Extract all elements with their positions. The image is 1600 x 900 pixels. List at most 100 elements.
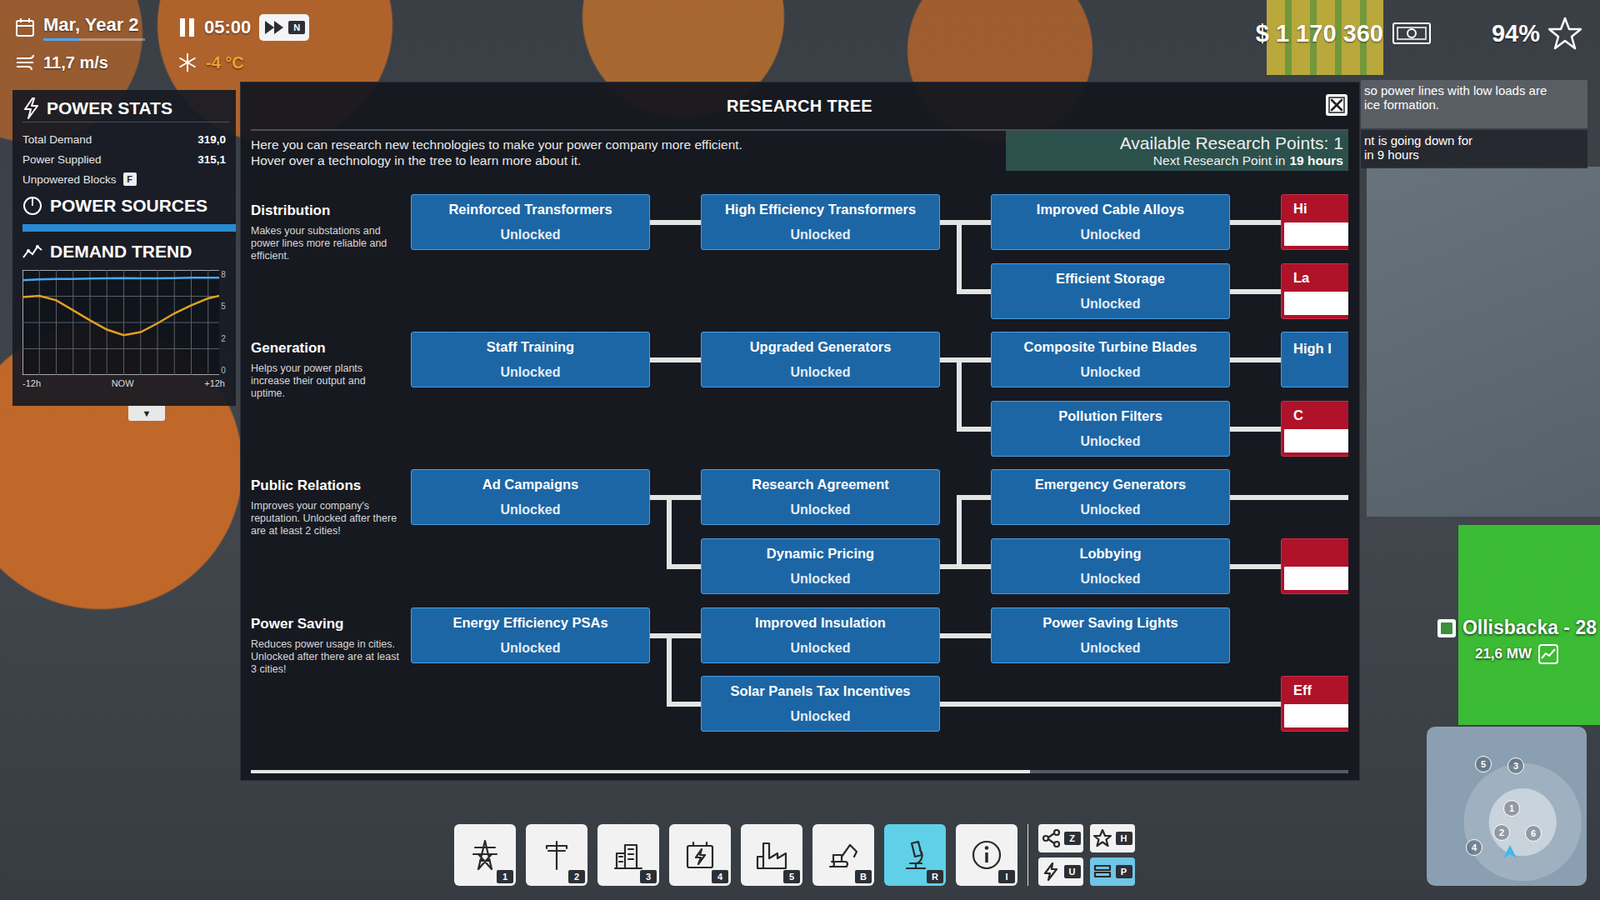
research-node[interactable]: Improved InsulationUnlocked (700, 607, 940, 664)
research-node[interactable]: C (1280, 400, 1349, 457)
stat-value: 319,0 (197, 133, 226, 146)
shortcut-button[interactable]: Z (1038, 824, 1084, 853)
research-node[interactable]: Reinforced TransformersUnlocked (410, 194, 650, 250)
research-node[interactable]: Dynamic PricingUnlocked (700, 538, 940, 595)
research-node[interactable]: Solar Panels Tax IncentivesUnlocked (700, 675, 940, 732)
shortcut-button[interactable]: P (1090, 857, 1135, 886)
lightning-icon (1041, 862, 1060, 881)
tree-connector (1230, 564, 1281, 570)
fast-forward-button[interactable]: N (259, 14, 310, 41)
scrollbar-thumb[interactable] (250, 770, 1030, 774)
tool-button[interactable]: 2 (525, 824, 588, 886)
research-node[interactable]: High I (1280, 331, 1349, 388)
research-node[interactable]: Staff TrainingUnlocked (410, 331, 650, 388)
research-node[interactable]: La (1280, 263, 1349, 320)
node-title: Improved Insulation (755, 615, 886, 631)
category-description: Improves your company's reputation. Unlo… (250, 500, 401, 538)
tree-connector (666, 633, 672, 707)
research-button[interactable] (1284, 429, 1349, 453)
research-button[interactable] (1284, 566, 1349, 590)
node-title: Eff (1284, 682, 1349, 699)
battery-icon (683, 838, 717, 872)
y-tick: 0 (220, 365, 230, 375)
research-node[interactable]: Emergency GeneratorsUnlocked (990, 469, 1230, 525)
research-button[interactable] (1284, 291, 1349, 315)
node-title: Reinforced Transformers (448, 201, 612, 218)
horizontal-scrollbar[interactable] (250, 770, 1349, 774)
node-title: Upgraded Generators (750, 339, 892, 355)
grid-line (22, 322, 220, 324)
notification[interactable]: nt is going down forin 9 hours (1360, 130, 1588, 169)
tree-connector (956, 289, 991, 295)
research-node[interactable]: Hi (1280, 194, 1349, 250)
city-pin[interactable]: 5 (1475, 755, 1492, 773)
close-button[interactable] (1325, 94, 1348, 116)
research-node[interactable]: Eff (1280, 675, 1349, 732)
tool-button[interactable]: B (812, 824, 875, 886)
city-label[interactable]: Ollisbacka - 28 21,6 MW (1436, 616, 1597, 665)
hotkey-badge: B (855, 870, 872, 884)
hotkey-badge[interactable]: F (123, 172, 137, 186)
demand-trend-header: DEMAND TREND (22, 238, 230, 265)
notification[interactable]: so power lines with low loads areice for… (1360, 80, 1588, 129)
hotkey-badge: 2 (568, 870, 585, 884)
city-pin[interactable]: 2 (1493, 824, 1510, 841)
expand-button[interactable]: ▼ (128, 405, 165, 421)
city-pin[interactable]: 3 (1507, 757, 1525, 775)
money-amount: $ 1 170 360 (1255, 20, 1384, 48)
tool-button[interactable]: R (884, 824, 946, 886)
water-area (1366, 166, 1600, 517)
node-status: Unlocked (790, 365, 850, 380)
tool-button[interactable]: I (955, 824, 1018, 886)
hotkey-badge: Z (1064, 831, 1081, 845)
research-node[interactable]: Improved Cable AlloysUnlocked (990, 194, 1230, 250)
research-node[interactable]: Research AgreementUnlocked (700, 469, 940, 525)
shortcut-button[interactable]: U (1038, 857, 1084, 886)
chart-plot (22, 270, 220, 375)
category-name: Power Saving (250, 615, 401, 633)
stat-value: 315,1 (197, 153, 226, 166)
factory-icon (755, 838, 789, 872)
pylon-icon (468, 838, 502, 872)
snowflake-icon (177, 52, 198, 73)
month-progress-fill (43, 38, 80, 41)
power-sources-title: POWER SOURCES (50, 195, 208, 216)
excavator-icon (826, 838, 860, 872)
city-name-row: Ollisbacka - 28 (1436, 616, 1597, 640)
tool-button[interactable]: 4 (669, 824, 731, 886)
research-node[interactable] (1280, 538, 1349, 595)
tool-button[interactable]: 3 (597, 824, 660, 886)
pause-icon[interactable] (177, 16, 196, 39)
research-button[interactable] (1284, 704, 1349, 728)
tree-connector (940, 564, 991, 570)
city-pin[interactable]: 4 (1465, 839, 1483, 856)
research-node[interactable]: Efficient StorageUnlocked (990, 263, 1230, 320)
intro-line: Hover over a technology in the tree to l… (250, 152, 743, 169)
city-power-row: 21,6 MW (1475, 644, 1559, 665)
research-node[interactable]: Composite Turbine BladesUnlocked (990, 331, 1230, 388)
category-description: Reduces power usage in cities. Unlocked … (250, 638, 401, 676)
research-node[interactable]: Pollution FiltersUnlocked (990, 400, 1230, 457)
research-button[interactable] (1284, 222, 1349, 246)
research-node[interactable]: LobbyingUnlocked (990, 538, 1230, 595)
tool-button[interactable]: 1 (454, 824, 516, 886)
tool-button[interactable]: 5 (740, 824, 803, 886)
city-pin[interactable]: 6 (1525, 825, 1542, 842)
research-node[interactable]: High Efficiency TransformersUnlocked (700, 194, 940, 250)
category-name: Public Relations (250, 477, 401, 495)
temperature-cell: -4 °C (177, 46, 310, 79)
hotkey-badge: P (1115, 865, 1133, 879)
minimap[interactable]: 53 1 26 4 (1426, 726, 1587, 886)
month-progress (43, 38, 145, 41)
research-node[interactable]: Power Saving LightsUnlocked (990, 607, 1230, 664)
power-sources-bar (22, 224, 236, 232)
tree-connector (956, 426, 991, 432)
tree-connector (956, 220, 962, 295)
research-node[interactable]: Ad CampaignsUnlocked (410, 469, 650, 525)
fast-forward-icon (263, 18, 285, 37)
city-pin[interactable]: 1 (1503, 800, 1520, 817)
shortcut-button[interactable]: H (1090, 824, 1135, 853)
research-node[interactable]: Energy Efficiency PSAsUnlocked (410, 607, 650, 664)
research-node[interactable]: Upgraded Generators Unlocked (700, 331, 940, 388)
node-title: Composite Turbine Blades (1024, 339, 1198, 355)
